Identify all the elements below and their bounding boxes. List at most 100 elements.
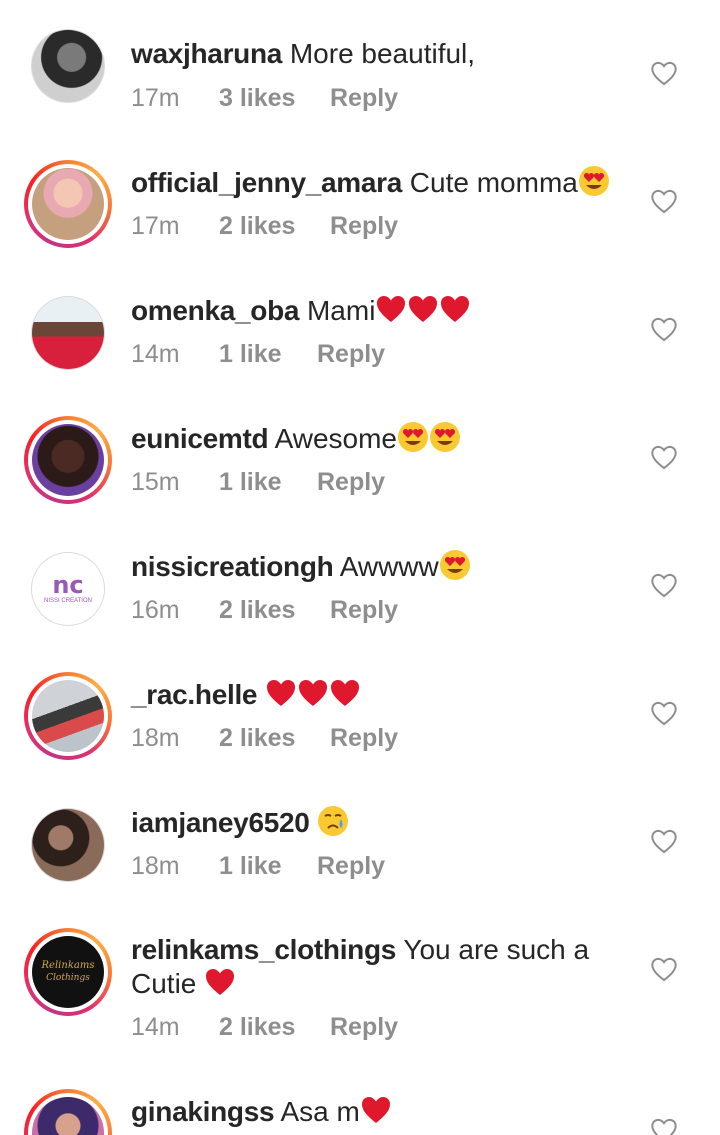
relinkams-logo-avatar: Relinkams Clothings xyxy=(32,936,104,1008)
avatar-photo xyxy=(32,809,104,881)
comment-likes[interactable]: 2 likes xyxy=(219,1013,330,1042)
comment-body: Asa m xyxy=(274,1096,360,1127)
comment-likes[interactable]: 2 likes xyxy=(219,212,330,241)
red-heart-emoji-icon xyxy=(266,680,295,706)
heart-outline-icon[interactable] xyxy=(650,316,678,342)
avatar-photo xyxy=(32,168,104,240)
heart-eyes-emoji-icon xyxy=(430,422,460,452)
comment-meta: 16m 2 likes Reply xyxy=(131,596,398,625)
avatar[interactable] xyxy=(24,1089,112,1135)
comment-body: Cute momma xyxy=(402,167,578,198)
comment-meta: 17m 2 likes Reply xyxy=(131,212,398,241)
reply-button[interactable]: Reply xyxy=(317,340,385,369)
comment-username[interactable]: ginakingss xyxy=(131,1096,275,1127)
comment-username[interactable]: omenka_oba xyxy=(131,295,299,326)
comment-time: 17m xyxy=(131,84,180,112)
comment-body: Awwww xyxy=(333,551,439,582)
comment-text: _rac.helle xyxy=(131,677,631,711)
red-heart-emoji-icon xyxy=(361,1097,390,1123)
comment-username[interactable]: nissicreationgh xyxy=(131,551,334,582)
heart-outline-icon[interactable] xyxy=(650,444,678,470)
avatar-photo xyxy=(32,1097,104,1135)
comment-username[interactable]: eunicemtd xyxy=(131,423,269,454)
nissi-logo-mark: nc xyxy=(52,571,84,599)
avatar[interactable]: Relinkams Clothings xyxy=(24,928,112,1016)
heart-outline-icon[interactable] xyxy=(650,188,678,214)
comment-time: 18m xyxy=(131,724,180,752)
comment-body: Awesome xyxy=(268,423,397,454)
crying-face-emoji-icon xyxy=(318,806,349,836)
comment-text: official_jenny_amara Cute momma xyxy=(131,165,631,199)
nissi-logo-caption: NISSI CREATION xyxy=(44,598,92,604)
comment-time: 14m xyxy=(131,340,180,368)
reply-button[interactable]: Reply xyxy=(317,852,385,881)
comment-body: Mami xyxy=(299,295,376,326)
avatar[interactable] xyxy=(24,416,112,504)
comment-text: nissicreationgh Awwww xyxy=(131,549,631,583)
avatar-photo xyxy=(32,30,104,102)
heart-eyes-emoji-icon xyxy=(398,422,428,452)
heart-eyes-emoji-icon xyxy=(578,166,609,196)
comment-text: iamjaney6520 xyxy=(131,805,631,839)
red-heart-emoji-icon xyxy=(298,680,327,706)
comment-meta: 17m 3 likes Reply xyxy=(131,84,398,113)
red-heart-emoji-icon xyxy=(206,969,235,995)
comment-meta: 14m 2 likes Reply xyxy=(131,1013,398,1042)
red-heart-emoji-icon xyxy=(441,296,470,322)
avatar-photo xyxy=(32,297,104,369)
reply-button[interactable]: Reply xyxy=(317,468,385,497)
heart-outline-icon[interactable] xyxy=(650,572,678,598)
reply-button[interactable]: Reply xyxy=(330,724,398,753)
comment-username[interactable]: relinkams_clothings xyxy=(131,934,396,965)
comment-time: 15m xyxy=(131,468,180,496)
heart-outline-icon[interactable] xyxy=(650,700,678,726)
avatar[interactable] xyxy=(31,808,105,882)
comment-text: ginakingss Asa m xyxy=(131,1094,631,1128)
avatar[interactable] xyxy=(31,29,105,103)
comment-text: waxjharuna More beautiful, xyxy=(131,37,631,70)
comment-likes[interactable]: 3 likes xyxy=(219,84,330,113)
comment-likes[interactable]: 2 likes xyxy=(219,596,330,625)
comment-likes[interactable]: 1 like xyxy=(219,852,317,881)
comment-body xyxy=(257,679,265,710)
comment-text: relinkams_clothings You are such a Cutie xyxy=(131,933,601,1000)
comment-likes[interactable]: 1 like xyxy=(219,340,317,369)
red-heart-emoji-icon xyxy=(409,296,438,322)
comment-likes[interactable]: 1 like xyxy=(219,468,317,497)
comment-text: omenka_oba Mami xyxy=(131,293,631,327)
comment-time: 14m xyxy=(131,1013,180,1041)
avatar-photo xyxy=(32,680,104,752)
comment-text: eunicemtd Awesome xyxy=(131,421,631,455)
avatar[interactable] xyxy=(31,296,105,370)
comment-time: 18m xyxy=(131,852,180,880)
comment-meta: 15m 1 like Reply xyxy=(131,468,385,497)
red-heart-emoji-icon xyxy=(330,680,359,706)
nissi-logo-avatar: nc NISSI CREATION xyxy=(32,553,104,625)
comment-username[interactable]: official_jenny_amara xyxy=(131,167,402,198)
comment-meta: 14m 1 like Reply xyxy=(131,340,385,369)
relinkams-logo-line1: Relinkams xyxy=(41,960,95,971)
heart-outline-icon[interactable] xyxy=(650,1117,678,1135)
avatar-photo xyxy=(32,424,104,496)
comment-time: 17m xyxy=(131,212,180,240)
comment-meta: 18m 1 like Reply xyxy=(131,852,385,881)
heart-outline-icon[interactable] xyxy=(650,956,678,982)
reply-button[interactable]: Reply xyxy=(330,84,398,113)
comment-body xyxy=(310,807,318,838)
heart-eyes-emoji-icon xyxy=(439,550,470,580)
red-heart-emoji-icon xyxy=(377,296,406,322)
reply-button[interactable]: Reply xyxy=(330,596,398,625)
comment-username[interactable]: _rac.helle xyxy=(131,679,258,710)
comment-body: More beautiful, xyxy=(282,38,476,69)
comment-meta: 18m 2 likes Reply xyxy=(131,724,398,753)
avatar[interactable] xyxy=(24,160,112,248)
comment-likes[interactable]: 2 likes xyxy=(219,724,330,753)
heart-outline-icon[interactable] xyxy=(650,60,678,86)
avatar[interactable] xyxy=(24,672,112,760)
comment-username[interactable]: iamjaney6520 xyxy=(131,807,310,838)
avatar[interactable]: nc NISSI CREATION xyxy=(31,552,105,626)
heart-outline-icon[interactable] xyxy=(650,828,678,854)
comment-username[interactable]: waxjharuna xyxy=(131,38,282,69)
reply-button[interactable]: Reply xyxy=(330,1013,398,1042)
reply-button[interactable]: Reply xyxy=(330,212,398,241)
